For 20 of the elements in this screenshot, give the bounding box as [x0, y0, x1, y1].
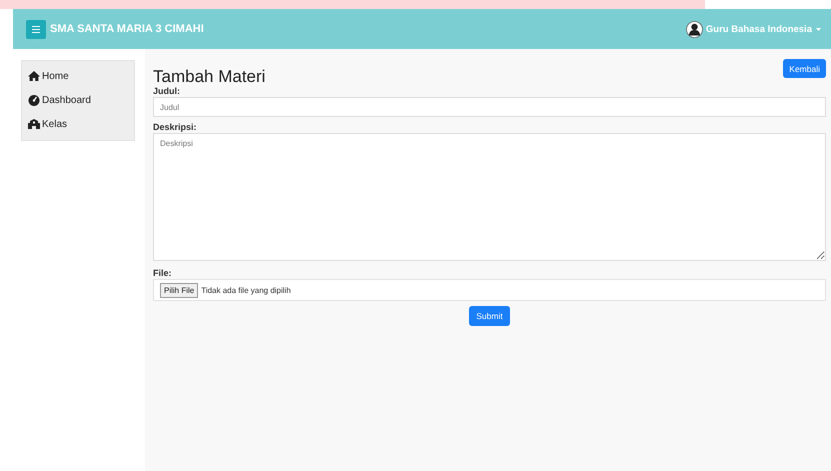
caret-icon[interactable]	[816, 28, 821, 30]
building-icon	[28, 118, 40, 130]
description-field[interactable]: Deskripsi	[153, 133, 826, 261]
sidebar-item[interactable]: Dashboard	[28, 91, 134, 109]
home-icon	[28, 70, 40, 82]
gauge-icon	[28, 94, 40, 106]
file-status: Tidak ada file yang dipilih	[201, 286, 291, 294]
choose-file-button[interactable]: Pilih File	[160, 282, 198, 298]
field-label: Deskripsi:	[153, 122, 198, 132]
page-title: Tambah Materi	[153, 67, 266, 87]
submit-button[interactable]: Submit	[469, 306, 510, 326]
back-button[interactable]: Kembali	[783, 59, 826, 78]
sidebar-item[interactable]: Kelas	[28, 115, 134, 133]
menu-icon	[32, 26, 40, 32]
field-label: Judul:	[153, 86, 181, 96]
menu-button[interactable]	[26, 20, 46, 38]
title-field[interactable]: Judul	[153, 97, 826, 117]
field-label: File:	[153, 268, 173, 278]
avatar-icon	[686, 20, 703, 38]
sidebar-item[interactable]: Home	[28, 67, 134, 85]
